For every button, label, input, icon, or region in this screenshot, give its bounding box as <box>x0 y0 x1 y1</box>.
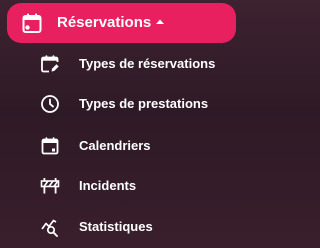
menu-item-types-reservations[interactable]: Types de réservations <box>36 48 236 80</box>
menu-item-types-prestations[interactable]: Types de prestations <box>36 88 236 120</box>
menu-item-incidents[interactable]: Incidents <box>36 170 236 202</box>
reservations-label: Réservations <box>57 14 152 31</box>
incidents-label: Incidents <box>79 178 137 193</box>
statistiques-label: Statistiques <box>79 219 153 234</box>
barrier-icon <box>40 176 60 196</box>
caret-up-icon <box>155 17 165 27</box>
calendriers-label: Calendriers <box>79 138 151 153</box>
types-prestations-label: Types de prestations <box>79 96 209 111</box>
calendar-edit-icon <box>40 54 60 74</box>
calendar-icon <box>40 136 60 156</box>
types-reservations-label: Types de réservations <box>79 56 216 71</box>
reservations-nav: Réservations Types de réservations Types… <box>0 0 240 248</box>
reservations-menu-button[interactable]: Réservations <box>7 3 236 43</box>
menu-item-statistiques[interactable]: Statistiques <box>36 211 236 243</box>
menu-item-calendriers[interactable]: Calendriers <box>36 130 236 162</box>
clock-icon <box>40 94 60 114</box>
chart-search-icon <box>40 217 60 237</box>
calendar-event-icon <box>21 12 43 34</box>
